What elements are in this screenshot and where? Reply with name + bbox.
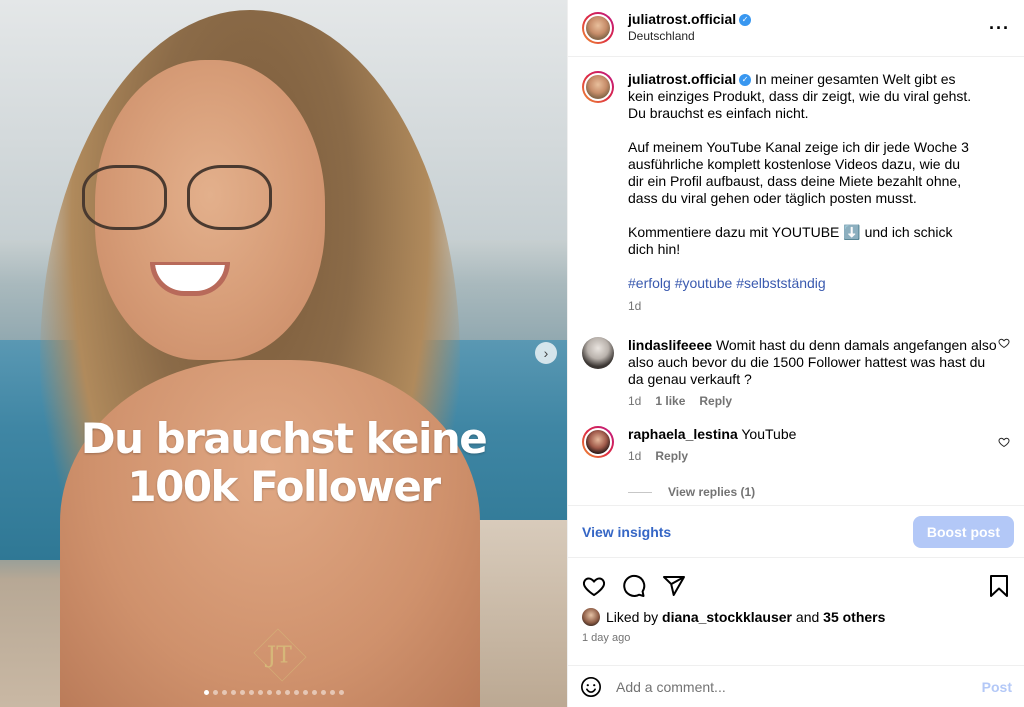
view-insights-link[interactable]: View insights [582,524,671,540]
author-username[interactable]: juliatrost.official [628,11,736,27]
comment-username[interactable]: raphaela_lestina [628,426,738,442]
caption: juliatrost.official ✓ In meiner gesamten … [582,71,1010,315]
author-avatar[interactable] [582,12,614,44]
comment-avatar[interactable] [582,337,614,369]
carousel-dot [330,690,335,695]
caption-avatar[interactable] [582,71,614,103]
comment-like-heart-icon[interactable] [998,436,1010,448]
caption-text-2: Auf meinem YouTube Kanal zeige ich dir j… [628,139,969,206]
post-comment-button[interactable]: Post [982,679,1012,695]
caption-username[interactable]: juliatrost.official [628,71,736,87]
comment-avatar[interactable] [582,426,614,458]
caption-text-3: Kommentiere dazu mit YOUTUBE ⬇️ und ich … [628,224,953,257]
replies-line [628,491,652,493]
comment-likes[interactable]: 1 like [655,394,685,408]
caption-time: 1d [628,299,642,313]
post-header: juliatrost.official ✓ Deutschland ··· [568,0,1024,57]
carousel-dot [240,690,245,695]
post-actions: Liked by diana_stockklauser and 35 other… [568,557,1024,665]
carousel-dot [321,690,326,695]
like-heart-icon[interactable] [582,574,606,598]
liker-avatar[interactable] [582,608,600,626]
carousel-dot [276,690,281,695]
carousel-dot [213,690,218,695]
instagram-post-view: Du brauchst keine 100k Follower JT › jul… [0,0,1024,707]
carousel-dot [267,690,272,695]
carousel-dot [258,690,263,695]
comment-like-heart-icon[interactable] [998,337,1010,349]
overlay-line-1: Du brauchst keine [80,414,488,463]
reply-button[interactable]: Reply [655,449,688,463]
post-location[interactable]: Deutschland [628,28,751,45]
carousel-next-button[interactable]: › [535,342,557,364]
more-options-icon[interactable]: ··· [989,18,1010,39]
comment-text: YouTube [741,426,797,442]
post-side-panel: juliatrost.official ✓ Deutschland ··· jul… [567,0,1024,707]
comment-bubble-icon[interactable] [622,574,646,598]
overlay-line-2: 100k Follower [127,462,441,511]
post-date: 1 day ago [582,632,631,644]
save-bookmark-icon[interactable] [988,574,1010,598]
comment-username[interactable]: lindaslifeeee [628,337,712,353]
caption-hashtags[interactable]: #erfolg #youtube #selbstständig [628,275,973,292]
view-replies-button[interactable]: View replies (1) [628,485,1010,499]
carousel-dot [222,690,227,695]
likes-others[interactable]: 35 others [823,609,885,625]
emoji-icon[interactable] [580,676,602,698]
liker-username[interactable]: diana_stockklauser [662,609,792,625]
image-overlay-text: Du brauchst keine 100k Follower [0,415,567,511]
carousel-dot [204,690,209,695]
share-paper-plane-icon[interactable] [662,574,686,598]
carousel-dot [249,690,254,695]
comment-input[interactable] [616,678,982,695]
carousel-dots [204,690,344,695]
reply-button[interactable]: Reply [699,394,732,408]
carousel-dot [303,690,308,695]
comments-section: juliatrost.official ✓ In meiner gesamten … [568,57,1024,505]
add-comment-bar: Post [568,665,1024,707]
verified-badge-icon: ✓ [739,14,752,27]
post-image[interactable]: Du brauchst keine 100k Follower JT › [0,0,567,707]
insights-bar: View insights Boost post [568,505,1024,557]
carousel-dot [339,690,344,695]
boost-post-button[interactable]: Boost post [912,515,1014,548]
comment-item: raphaela_lestina YouTube 1d Reply [582,426,1010,463]
verified-badge-icon: ✓ [739,74,752,87]
comment-item: lindaslifeeee Womit hast du denn damals … [582,337,1010,408]
carousel-dot [294,690,299,695]
liked-by: Liked by diana_stockklauser and 35 other… [582,608,1010,626]
comment-time: 1d [628,394,642,408]
carousel-dot [285,690,290,695]
carousel-dot [231,690,236,695]
comment-time: 1d [628,449,642,463]
carousel-dot [312,690,317,695]
